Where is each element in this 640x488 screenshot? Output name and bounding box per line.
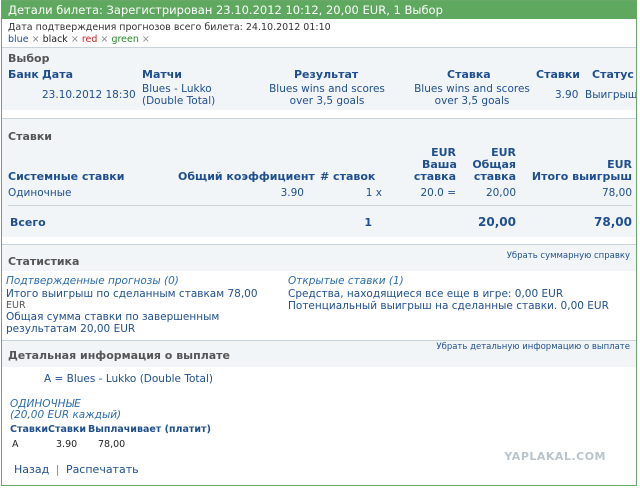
col-result: Результат xyxy=(294,68,359,81)
color-blue-link[interactable]: blue xyxy=(8,34,29,45)
col-date: Дата xyxy=(42,68,74,81)
watermark-logo: YAPLAKAL.COM xyxy=(504,450,606,463)
your-stake-label-2: ставка xyxy=(413,170,456,183)
potential-win: Потенциальный выигрыш на сделанные ставк… xyxy=(288,300,609,312)
print-link[interactable]: Распечатать xyxy=(66,463,139,476)
stakes-heading: Ставки xyxy=(8,130,53,143)
divider xyxy=(8,205,632,206)
selection-status: Выигрыш xyxy=(585,89,637,101)
footer-separator: | xyxy=(55,463,60,476)
payout-line: A = Blues - Lukko (Double Total) xyxy=(44,373,213,385)
stats-sum-2: результатам 20,00 EUR xyxy=(6,323,136,335)
payout-row-2: 3.90 xyxy=(56,439,78,450)
open-bets: Открытые ставки (1) xyxy=(288,275,404,287)
stats-heading: Статистика xyxy=(8,255,80,268)
col-total-coef: Общий коэффициент xyxy=(178,170,315,183)
selection-odds: 3.90 xyxy=(555,89,579,101)
total-win: 78,00 xyxy=(594,215,632,229)
payout-row-3: 78,00 xyxy=(98,439,126,450)
hide-summary-link[interactable]: Убрать суммарную справку xyxy=(507,251,630,261)
col-total-win: Итого выигрыш xyxy=(531,170,632,183)
footer-links: Назад | Распечатать xyxy=(14,463,139,476)
stake-num: 1 x xyxy=(365,187,382,199)
remove-red-icon[interactable]: × xyxy=(100,34,108,45)
remove-blue-icon[interactable]: × xyxy=(32,34,40,45)
stats-win-1: Итого выигрыш по сделанным ставкам 78,00 xyxy=(6,288,258,300)
color-red-link[interactable]: red xyxy=(82,34,98,45)
selection-result-2: over 3,5 goals xyxy=(289,95,365,107)
confirmed-forecasts: Подтвержденные прогнозы (0) xyxy=(6,275,179,287)
remove-green-icon[interactable]: × xyxy=(142,34,150,45)
window-title: Детали билета: Зарегистрирован 23.10.201… xyxy=(2,1,636,19)
payout-heading: Детальная информация о выплате xyxy=(8,349,231,362)
back-link[interactable]: Назад xyxy=(14,463,49,476)
stake-total: 20,00 xyxy=(485,187,516,199)
col-bank: Банк xyxy=(8,68,39,81)
payout-col-2: Ставки xyxy=(48,424,87,435)
payout-row-1: A xyxy=(12,439,19,450)
selection-date: 23.10.2012 18:30 xyxy=(42,89,136,101)
singles-each: (20,00 EUR каждый) xyxy=(10,409,122,421)
selection-bet-1: Blues wins and scores xyxy=(414,83,530,95)
col-matches: Матчи xyxy=(142,68,183,81)
remove-black-icon[interactable]: × xyxy=(71,34,79,45)
total-label: Всего xyxy=(10,216,46,229)
payout-col-1: Ставки xyxy=(10,424,49,435)
hide-payout-link[interactable]: Убрать детальную информацию о выплате xyxy=(436,342,630,352)
stake-win: 78,00 xyxy=(601,187,632,199)
col-stakes: Ставки xyxy=(536,68,581,81)
confirm-date: Дата подтверждения прогнозов всего билет… xyxy=(8,22,331,33)
stake-type: Одиночные xyxy=(8,187,72,199)
total-num: 1 xyxy=(364,216,372,229)
selection-result-1: Blues wins and scores xyxy=(269,83,385,95)
col-bet: Ставка xyxy=(447,68,491,81)
col-status: Статус xyxy=(592,68,634,81)
stats-sum-1: Общая сумма ставки по завершенным xyxy=(6,311,220,323)
total-stake-label-2: ставка xyxy=(473,170,516,183)
selection-match-1: Blues - Lukko xyxy=(142,83,212,95)
selection-match-2: (Double Total) xyxy=(142,95,216,107)
funds-in-game: Средства, находящиеся все еще в игре: 0,… xyxy=(288,288,564,300)
color-black-link[interactable]: black xyxy=(43,34,68,45)
col-system-bets: Системные ставки xyxy=(8,170,125,183)
stake-your: 20.0 = xyxy=(420,187,456,199)
col-num-bets: # ставок xyxy=(320,170,376,183)
ticket-details-window: Детали билета: Зарегистрирован 23.10.201… xyxy=(1,0,637,486)
stake-coef: 3.90 xyxy=(280,187,304,199)
color-filter: blue × black × red × green × xyxy=(8,34,150,45)
payout-col-3: Выплачивает (платит) xyxy=(88,424,211,435)
stats-win-2: EUR xyxy=(6,300,26,311)
total-stake: 20,00 xyxy=(478,215,516,229)
selection-heading: Выбор xyxy=(8,52,50,65)
color-green-link[interactable]: green xyxy=(111,34,138,45)
selection-bet-2: over 3,5 goals xyxy=(434,95,510,107)
